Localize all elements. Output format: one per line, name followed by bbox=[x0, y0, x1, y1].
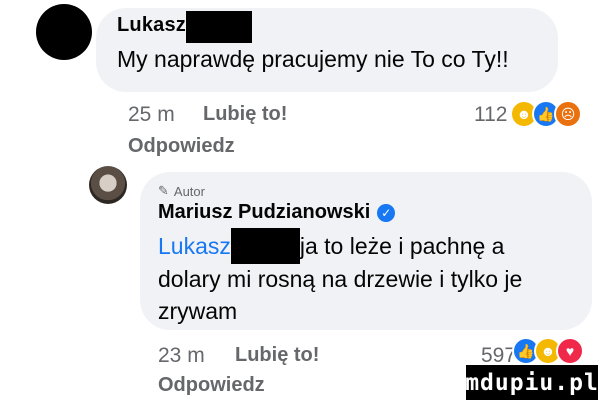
reply-text-line-1: Lukasz ja to leże i pachnę a bbox=[158, 233, 504, 260]
like-button[interactable]: Lubię to! bbox=[203, 103, 287, 126]
angry-icon: ☹ bbox=[554, 100, 582, 128]
pencil-icon: ✎ bbox=[158, 183, 169, 198]
comment-timestamp[interactable]: 25 m bbox=[128, 103, 175, 127]
love-icon: ♥ bbox=[556, 337, 584, 365]
author-badge: ✎ Autor bbox=[158, 183, 205, 199]
reply-author[interactable]: Mariusz Pudzianowski ✓ bbox=[158, 201, 396, 224]
reply-text-line-3: zrywam bbox=[158, 298, 238, 324]
comment-author-name[interactable]: Lukasz bbox=[117, 14, 186, 37]
reply-button[interactable]: Odpowiedz bbox=[158, 374, 265, 397]
comment-text: My naprawdę pracujemy nie To co Ty!! bbox=[117, 46, 509, 72]
reply-timestamp[interactable]: 23 m bbox=[158, 344, 205, 368]
reply-text-line-2: dolary mi rosną na drzewie i tylko je bbox=[158, 266, 523, 292]
reply-author-name[interactable]: Mariusz Pudzianowski bbox=[158, 201, 370, 224]
reaction-icons[interactable]: 👍 ☻ ♥ bbox=[512, 337, 584, 365]
reaction-count[interactable]: 112 bbox=[474, 103, 507, 127]
verified-badge-icon: ✓ bbox=[377, 203, 396, 222]
like-button[interactable]: Lubię to! bbox=[235, 344, 319, 367]
reply-text-part: ja to leże i pachnę a bbox=[299, 233, 505, 259]
watermark-logo: mdupiu.pl bbox=[465, 365, 598, 400]
author-avatar[interactable] bbox=[89, 166, 127, 204]
author-badge-label: Autor bbox=[173, 183, 205, 199]
commenter-avatar[interactable] bbox=[36, 4, 92, 60]
reply-button[interactable]: Odpowiedz bbox=[128, 135, 235, 158]
redaction-bar bbox=[186, 11, 252, 43]
redaction-bar bbox=[231, 228, 300, 264]
reaction-icons[interactable]: ☻ 👍 ☹ bbox=[510, 100, 582, 128]
mention-link[interactable]: Lukasz bbox=[158, 233, 231, 259]
